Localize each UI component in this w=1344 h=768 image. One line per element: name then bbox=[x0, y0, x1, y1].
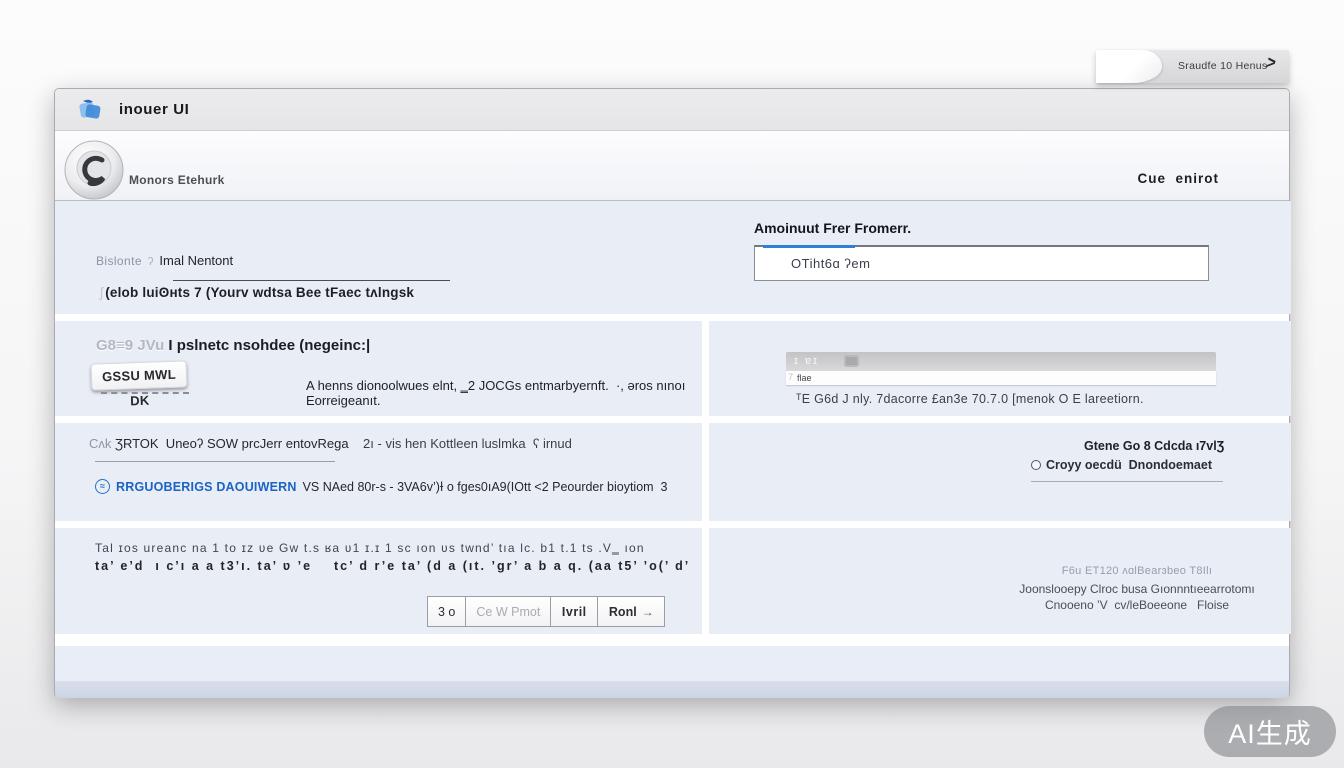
flyout-label: Sraudfe 10 Henus bbox=[1178, 60, 1267, 72]
slash-separator-icon: ʔ bbox=[142, 256, 160, 268]
amount-input[interactable]: OTiht6ɑ ʔem bbox=[754, 245, 1209, 281]
section-terms-card: Tal ɪos ureanc na 1 to ɪz ʋe Gw t.s ʁa ʋ… bbox=[55, 528, 702, 634]
progress-bar: ɪ ɐɪ bbox=[786, 352, 1216, 371]
gssu-button[interactable]: GSSU MWL DK bbox=[91, 360, 188, 390]
section-about-card: F6u ET120 ʌɑlBearɜbeo T8Ilı Joonslooepy … bbox=[709, 528, 1291, 634]
profile-field-underline bbox=[173, 280, 450, 281]
network-underline bbox=[95, 461, 335, 462]
info-circle-icon: ≈ bbox=[95, 479, 110, 494]
section-install-card: G8≡9 JVu I pslnetc nsohdee (negeinc:| GS… bbox=[55, 321, 702, 416]
next-button[interactable]: Ronl → bbox=[597, 596, 665, 627]
app-window: inouer UI Monors Etehurk bbox=[54, 88, 1290, 698]
next-button-label: Ronl bbox=[609, 605, 637, 619]
flyout-curl-decoration bbox=[1096, 50, 1162, 83]
footer-band bbox=[55, 646, 1289, 681]
radio-icon[interactable] bbox=[1031, 460, 1041, 470]
amount-input-value: OTiht6ɑ ʔem bbox=[791, 247, 870, 280]
footer-status-strip bbox=[55, 681, 1289, 698]
about-line-2: Joonslooepy Clroc busa Gıonnntıeearrotom… bbox=[987, 582, 1287, 596]
profile-label-row: BislonteʔImal Nentont bbox=[96, 253, 233, 268]
header-subtitle: Monors Etehurk bbox=[129, 173, 225, 187]
install-title-prefix: G8≡9 JVu bbox=[96, 337, 168, 354]
chevron-right-icon[interactable]: > bbox=[1262, 54, 1278, 75]
ai-watermark-badge: AI生成 bbox=[1204, 706, 1336, 757]
network-link[interactable]: RRGUOBERIGS DAOUIWERN bbox=[116, 480, 297, 494]
arrow-right-icon: → bbox=[642, 605, 654, 619]
profile-caption: ʃ(elob luiʘʜts 7 (Yourv wdtsa Bee tFaec … bbox=[100, 285, 414, 300]
window-title: inouer UI bbox=[119, 89, 189, 131]
profile-label-main: Imal Nentont bbox=[159, 253, 233, 268]
terms-line-2: ta’ e’d ı c’ı a a t3’ı. ta’ ʋ ’e tc’ d r… bbox=[95, 559, 695, 573]
profile-caption-text: (elob luiʘʜts 7 (Yourv wdtsa Bee tFaec t… bbox=[105, 285, 414, 300]
section-profile-card: BislonteʔImal Nentont ʃ(elob luiʘʜts 7 (… bbox=[55, 201, 1291, 314]
footer-button-group: 3 o Ce W Pmot Ivril Ronl → bbox=[428, 596, 665, 627]
progress-input-value: flae bbox=[797, 371, 812, 385]
amount-field-label: Amoinuut Frer Fromerr. bbox=[754, 220, 911, 236]
section-options-card: Gtene Go 8 Cdcda ı7vlƷ Croyy oecdü Dnond… bbox=[709, 423, 1291, 521]
about-text-block: F6u ET120 ʌɑlBearɜbeo T8Ilı Joonslooepy … bbox=[987, 565, 1287, 612]
back-button[interactable]: 3 o bbox=[427, 596, 466, 627]
options-title: Gtene Go 8 Cdcda ı7vlƷ bbox=[1084, 439, 1224, 453]
confirm-button[interactable]: Ivril bbox=[550, 596, 598, 627]
network-line-rest: 2ı - vis hen Kottleen luslmka ʕ irnud bbox=[349, 436, 572, 451]
app-icon bbox=[77, 97, 103, 123]
network-link-row[interactable]: ≈ RRGUOBERIGS DAOUIWERN VS NAed 80r-s - … bbox=[95, 479, 667, 494]
profile-label-muted: Bislonte bbox=[96, 254, 142, 268]
progress-input-marker: 7 bbox=[788, 372, 793, 382]
title-bar: inouer UI bbox=[55, 89, 1289, 131]
disabled-middle-button[interactable]: Ce W Pmot bbox=[465, 596, 551, 627]
options-radio-label: Croyy oecdü Dnondoemaet bbox=[1046, 458, 1212, 472]
network-line: Cʌk ƷRTOK Uneoʔ SOW prcJerr entovRega 2ı… bbox=[89, 436, 572, 451]
options-radio-row[interactable]: Croyy oecdü Dnondoemaet bbox=[1031, 458, 1212, 472]
notification-flyout[interactable]: Sraudfe 10 Henus > bbox=[1096, 50, 1289, 83]
logo-orb bbox=[63, 139, 125, 201]
network-line-main: ƷRTOK Uneoʔ SOW prcJerr entovRega bbox=[115, 436, 349, 451]
progress-bar-icon bbox=[844, 355, 859, 367]
progress-caption: ᵀE G6d J nly. 7dacorre £an3e 70.7.0 [men… bbox=[796, 392, 1144, 406]
about-line-3: Cnooeno ’V cv/leBoeeone Floise bbox=[987, 598, 1287, 612]
header-band: Monors Etehurk Cue enirot bbox=[55, 131, 1289, 201]
about-line-1: F6u ET120 ʌɑlBearɜbeo T8Ilı bbox=[987, 565, 1287, 577]
progress-bar-text: ɪ ɐɪ bbox=[794, 355, 819, 367]
header-action-link[interactable]: Cue enirot bbox=[1137, 171, 1219, 186]
install-title-main: I pslnetc nsohdee (negeinc:| bbox=[168, 337, 370, 354]
options-divider bbox=[1031, 481, 1223, 482]
install-title: G8≡9 JVu I pslnetc nsohdee (negeinc:| bbox=[96, 337, 370, 354]
progress-input[interactable]: 7 flae bbox=[786, 371, 1216, 385]
terms-line-1: Tal ɪos ureanc na 1 to ɪz ʋe Gw t.s ʁa ʋ… bbox=[95, 541, 695, 555]
network-link-description: VS NAed 80r-s - 3VA6v’)Ɨ o fges0ıA9(IOtt… bbox=[303, 480, 668, 494]
section-progress-card: ɪ ɐɪ 7 flae ᵀE G6d J nly. 7dacorre £an3e… bbox=[709, 321, 1291, 416]
section-network-card: Cʌk ƷRTOK Uneoʔ SOW prcJerr entovRega 2ı… bbox=[55, 423, 702, 521]
network-line-prefix: Cʌk bbox=[89, 436, 115, 451]
gssu-dashed-underline bbox=[101, 392, 189, 394]
install-description: A henns dionoolwues elnt, ‗2 JOCGs entma… bbox=[306, 378, 702, 408]
